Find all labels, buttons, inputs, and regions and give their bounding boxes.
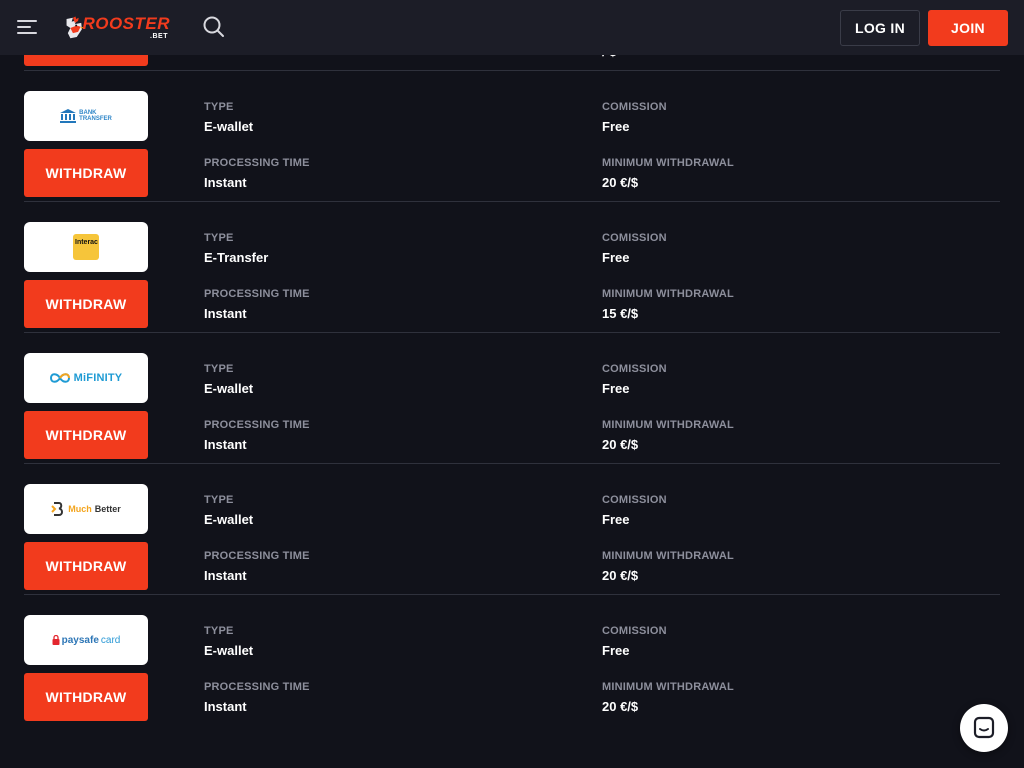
bank-transfer-logo: BANK TRANSFER (24, 91, 148, 141)
mifinity-logo-text: MiFINITY (73, 372, 123, 384)
muchbetter-logo-text-2: Better (94, 504, 121, 514)
payment-row-bank-transfer: BANK TRANSFER WITHDRAW TYPE E-wallet COM… (24, 71, 1000, 202)
menu-icon[interactable] (17, 19, 39, 35)
processing-value: Instant (204, 699, 247, 714)
commission-value: Free (602, 643, 630, 658)
withdraw-button[interactable]: WITHDRAW (24, 542, 148, 590)
type-value: E-Transfer (204, 250, 269, 265)
processing-value: Instant (204, 306, 247, 321)
type-label: TYPE (204, 494, 234, 506)
interac-logo: Interac (24, 222, 148, 272)
search-icon[interactable] (202, 15, 226, 39)
processing-label: PROCESSING TIME (204, 288, 310, 300)
commission-label: COMISSION (602, 232, 667, 244)
withdraw-button[interactable]: WITHDRAW (24, 673, 148, 721)
muchbetter-logo-text-1: Much (68, 504, 92, 514)
minimum-value: 20 €/$ (602, 175, 639, 190)
site-logo[interactable]: ROOSTER .BET (64, 10, 170, 46)
processing-value: Instant (204, 568, 247, 583)
processing-label: PROCESSING TIME (204, 681, 310, 693)
withdraw-button[interactable]: WITHDRAW (24, 411, 148, 459)
paysafecard-logo: paysafe card (24, 615, 148, 665)
commission-value: Free (602, 512, 630, 527)
type-value: E-wallet (204, 512, 254, 527)
login-button[interactable]: LOG IN (840, 10, 920, 46)
type-value: E-wallet (204, 119, 254, 134)
type-label: TYPE (204, 101, 234, 113)
payment-row-interac: Interac WITHDRAW TYPE E-Transfer COMISSI… (24, 202, 1000, 333)
minimum-label: MINIMUM WITHDRAWAL (602, 157, 734, 169)
commission-label: COMISSION (602, 101, 667, 113)
payment-row-paysafecard: paysafe card WITHDRAW TYPE E-wallet COMIS… (24, 595, 1000, 726)
logo-name: ROOSTER (82, 14, 170, 33)
type-label: TYPE (204, 232, 234, 244)
payment-row-mifinity: MiFINITY WITHDRAW TYPE E-wallet COMISSIO… (24, 333, 1000, 464)
commission-value: Free (602, 119, 630, 134)
commission-label: COMISSION (602, 363, 667, 375)
minimum-value: 20 €/$ (602, 699, 639, 714)
muchbetter-logo: Much Better (24, 484, 148, 534)
payment-row-muchbetter: Much Better WITHDRAW TYPE E-wallet COMISS… (24, 464, 1000, 595)
paysafecard-logo-text-2: card (100, 634, 121, 646)
commission-value: Free (602, 381, 630, 396)
infinity-icon (49, 373, 70, 383)
rooster-logo-icon (66, 16, 84, 39)
mifinity-logo: MiFINITY (24, 353, 148, 403)
interac-logo-text: Interac (75, 239, 98, 246)
minimum-label: MINIMUM WITHDRAWAL (602, 419, 734, 431)
bank-logo-text-2: TRANSFER (79, 116, 112, 122)
type-label: TYPE (204, 363, 234, 375)
withdraw-button[interactable]: WITHDRAW (24, 280, 148, 328)
paysafecard-logo-text-1: paysafe (61, 634, 99, 646)
bank-icon (60, 109, 77, 123)
minimum-value: 20 €/$ (602, 437, 639, 452)
processing-label: PROCESSING TIME (204, 157, 310, 169)
commission-value: Free (602, 250, 630, 265)
interac-logo-mark: Interac (73, 234, 99, 260)
type-value: E-wallet (204, 643, 254, 658)
commission-label: COMISSION (602, 494, 667, 506)
processing-label: PROCESSING TIME (204, 419, 310, 431)
withdraw-button[interactable]: WITHDRAW (24, 149, 148, 197)
join-button[interactable]: JOIN (928, 10, 1008, 46)
commission-label: COMISSION (602, 625, 667, 637)
minimum-value: 15 €/$ (602, 306, 639, 321)
minimum-label: MINIMUM WITHDRAWAL (602, 288, 734, 300)
minimum-label: MINIMUM WITHDRAWAL (602, 681, 734, 693)
minimum-label: MINIMUM WITHDRAWAL (602, 550, 734, 562)
type-label: TYPE (204, 625, 234, 637)
payment-methods-list: / $ BANK TRANSFER WITHDRAW TYPE (0, 0, 1024, 768)
chat-launcher-button[interactable] (960, 704, 1008, 752)
chat-icon (973, 716, 995, 739)
type-value: E-wallet (204, 381, 254, 396)
lock-icon (52, 635, 60, 645)
top-header: ROOSTER .BET LOG IN JOIN (0, 0, 1024, 55)
processing-value: Instant (204, 437, 247, 452)
logo-sub: .BET (150, 33, 168, 40)
minimum-value: 20 €/$ (602, 568, 639, 583)
processing-value: Instant (204, 175, 247, 190)
processing-label: PROCESSING TIME (204, 550, 310, 562)
muchbetter-mark-icon (51, 502, 64, 516)
